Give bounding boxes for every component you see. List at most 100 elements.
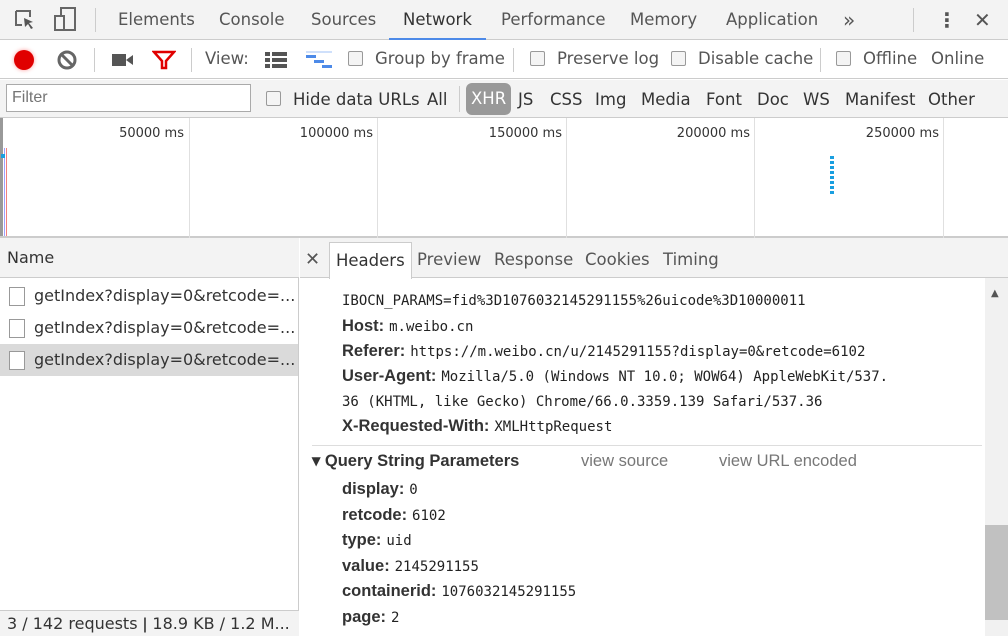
status-footer: 3 / 142 requests ǀ 18.9 KB / 1.2 M... xyxy=(0,610,299,636)
tab-sources[interactable]: Sources xyxy=(311,0,376,40)
filter-icon[interactable] xyxy=(152,50,176,70)
devtools-tab-bar: Elements Console Sources Network Perform… xyxy=(0,0,1008,40)
query-string-section-toggle[interactable]: ▾ Query String Parameters xyxy=(312,451,519,471)
divider xyxy=(820,48,821,72)
request-bar xyxy=(1,154,5,158)
param-page: page: 2 xyxy=(342,608,400,626)
divider xyxy=(95,8,96,32)
tab-application[interactable]: Application xyxy=(726,0,818,40)
request-name: getIndex?display=0&retcode=... xyxy=(34,318,296,337)
tick-label: 250000 ms xyxy=(865,126,939,141)
device-toolbar-icon[interactable] xyxy=(53,7,77,33)
request-bars xyxy=(830,156,834,194)
header-referer: Referer: https://m.weibo.cn/u/2145291155… xyxy=(342,342,866,360)
divider xyxy=(94,48,95,72)
group-by-frame-checkbox[interactable] xyxy=(348,51,363,66)
divider xyxy=(459,86,460,112)
divider xyxy=(191,48,192,72)
view-label: View: xyxy=(205,49,249,68)
section-title: Query String Parameters xyxy=(324,452,520,470)
view-url-encoded-link[interactable]: view URL encoded xyxy=(719,451,857,471)
header-user-agent: User-Agent: Mozilla/5.0 (Windows NT 10.0… xyxy=(342,367,889,385)
divider xyxy=(312,445,982,446)
filter-type-xhr[interactable]: XHR xyxy=(466,83,512,115)
dom-content-loaded-line xyxy=(4,148,5,236)
detail-tab-bar: ✕ Headers Preview Response Cookies Timin… xyxy=(300,238,1008,280)
network-overview-timeline[interactable]: 50000 ms 100000 ms 150000 ms 200000 ms 2… xyxy=(0,118,1008,238)
more-options-icon[interactable]: ⋮ xyxy=(937,0,957,40)
large-rows-icon[interactable] xyxy=(265,52,287,68)
detail-tab-response[interactable]: Response xyxy=(494,240,573,280)
filter-type-media[interactable]: Media xyxy=(641,80,691,120)
header-host: Host: m.weibo.cn xyxy=(342,317,474,335)
tick-label: 50000 ms xyxy=(119,126,184,141)
disable-cache-label: Disable cache xyxy=(698,49,814,68)
filter-bar: Hide data URLs All XHR JS CSS Img Media … xyxy=(0,80,1008,118)
view-source-link[interactable]: view source xyxy=(581,451,668,471)
filter-type-ws[interactable]: WS xyxy=(803,80,830,120)
scrollbar-thumb[interactable] xyxy=(985,525,1008,620)
filter-type-css[interactable]: CSS xyxy=(550,80,582,120)
request-row-selected[interactable]: getIndex?display=0&retcode=... xyxy=(0,344,298,376)
header-user-agent-cont: 36 (KHTML, like Gecko) Chrome/66.0.3359.… xyxy=(342,394,823,410)
file-icon xyxy=(9,287,25,306)
detail-tab-cookies[interactable]: Cookies xyxy=(585,240,650,280)
filter-type-doc[interactable]: Doc xyxy=(757,80,789,120)
throttling-select[interactable]: Online xyxy=(931,40,984,78)
disable-cache-checkbox[interactable] xyxy=(671,51,686,66)
param-value: value: 2145291155 xyxy=(342,557,479,575)
header-x-requested-with: X-Requested-With: XMLHttpRequest xyxy=(342,417,613,435)
request-detail-pane: ✕ Headers Preview Response Cookies Timin… xyxy=(300,238,1008,636)
filter-type-font[interactable]: Font xyxy=(706,80,742,120)
capture-screenshots-icon[interactable] xyxy=(112,52,134,68)
tab-performance[interactable]: Performance xyxy=(501,0,606,40)
request-row[interactable]: getIndex?display=0&retcode=... xyxy=(0,312,298,344)
divider xyxy=(913,8,914,32)
param-display: display: 0 xyxy=(342,480,418,498)
tick-label: 200000 ms xyxy=(676,126,750,141)
filter-type-all[interactable]: All xyxy=(427,80,447,120)
tab-network[interactable]: Network xyxy=(389,0,486,40)
file-icon xyxy=(9,319,25,338)
tick-label: 150000 ms xyxy=(488,126,562,141)
close-detail-icon[interactable]: ✕ xyxy=(305,240,320,280)
filter-type-js[interactable]: JS xyxy=(518,80,533,120)
filter-input[interactable] xyxy=(6,84,251,112)
clear-icon[interactable] xyxy=(56,49,78,71)
record-button[interactable] xyxy=(14,50,34,70)
load-line xyxy=(6,148,7,236)
filter-type-manifest[interactable]: Manifest xyxy=(845,80,915,120)
hide-data-urls-label: Hide data URLs xyxy=(293,90,420,109)
preserve-log-checkbox[interactable] xyxy=(530,51,545,66)
tab-console[interactable]: Console xyxy=(219,0,285,40)
detail-scrollbar[interactable]: ▲ xyxy=(985,278,1008,636)
tab-memory[interactable]: Memory xyxy=(630,0,697,40)
detail-tab-timing[interactable]: Timing xyxy=(663,240,719,280)
offline-checkbox[interactable] xyxy=(836,51,851,66)
filter-type-other[interactable]: Other xyxy=(928,80,975,120)
close-icon[interactable]: ✕ xyxy=(974,0,991,40)
tab-elements[interactable]: Elements xyxy=(118,0,195,40)
param-type: type: uid xyxy=(342,531,412,549)
inspect-element-icon[interactable] xyxy=(14,9,36,31)
preserve-log-label: Preserve log xyxy=(557,49,660,68)
param-containerid: containerid: 1076032145291155 xyxy=(342,582,577,600)
request-row[interactable]: getIndex?display=0&retcode=... xyxy=(0,280,298,312)
request-name: getIndex?display=0&retcode=... xyxy=(34,350,296,369)
more-tabs-button[interactable]: » xyxy=(843,0,855,40)
request-list-pane: Name getIndex?display=0&retcode=... getI… xyxy=(0,238,299,636)
name-column-header[interactable]: Name xyxy=(0,238,299,278)
overview-handle[interactable] xyxy=(0,118,3,236)
offline-label: Offline xyxy=(863,49,918,68)
filter-type-img[interactable]: Img xyxy=(595,80,626,120)
file-icon xyxy=(9,351,25,370)
waterfall-overview-icon[interactable] xyxy=(306,51,332,69)
hide-data-urls-checkbox[interactable] xyxy=(266,91,281,106)
detail-tab-preview[interactable]: Preview xyxy=(417,240,481,280)
scroll-up-icon[interactable]: ▲ xyxy=(991,288,999,299)
tick-label: 100000 ms xyxy=(299,126,373,141)
param-retcode: retcode: 6102 xyxy=(342,506,446,524)
cookie-header-value: IBOCN_PARAMS=fid%3D1076032145291155%26ui… xyxy=(342,293,806,309)
request-name: getIndex?display=0&retcode=... xyxy=(34,286,296,305)
detail-tab-headers[interactable]: Headers xyxy=(329,242,412,279)
